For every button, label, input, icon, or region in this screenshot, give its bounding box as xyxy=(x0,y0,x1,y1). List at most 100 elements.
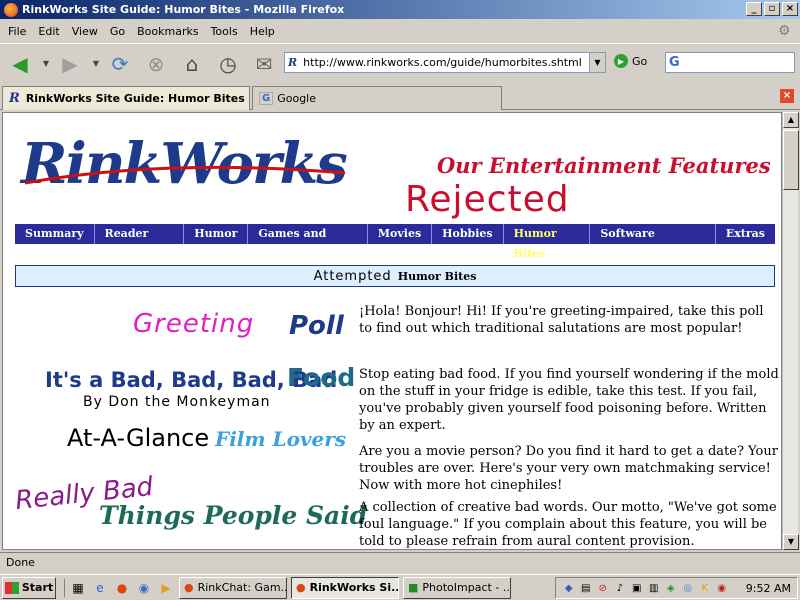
firefox-quicklaunch-icon[interactable]: ● xyxy=(113,579,131,597)
bad-food-title-b[interactable]: Food xyxy=(287,363,355,392)
logo-strikethrough xyxy=(24,165,346,185)
bad-food-byline: By Don the Monkeyman xyxy=(83,394,271,410)
vertical-scrollbar[interactable]: ▲ ▼ xyxy=(782,112,799,550)
back-button[interactable]: ◀ xyxy=(4,48,36,80)
tray-kodak-icon[interactable]: K xyxy=(698,581,712,595)
menu-help[interactable]: Help xyxy=(244,25,281,38)
thunderbird-icon[interactable]: ◉ xyxy=(135,579,153,597)
tray-network-icon[interactable]: ▤ xyxy=(579,581,593,595)
tray-monitor-icon[interactable]: ▣ xyxy=(630,581,644,595)
media-player-icon[interactable]: ▶ xyxy=(157,579,175,597)
stop-button[interactable]: ⊗ xyxy=(140,48,172,80)
start-label: Start xyxy=(21,581,54,594)
tray-update-icon[interactable]: ◎ xyxy=(681,581,695,595)
quick-launch: ▦ e ● ◉ ▶ xyxy=(64,578,175,597)
start-button[interactable]: Start xyxy=(2,576,56,599)
url-dropdown-button[interactable]: ▼ xyxy=(589,53,605,72)
tray-antivirus-icon[interactable]: ◉ xyxy=(715,581,729,595)
system-clock[interactable]: 9:52 AM xyxy=(746,582,791,595)
nav-humor-bites[interactable]: Humor Bites xyxy=(504,224,591,260)
firefox-icon xyxy=(4,2,18,17)
film-lovers-description: Are you a movie person? Do you find it h… xyxy=(359,444,778,493)
menu-edit[interactable]: Edit xyxy=(32,25,65,38)
bad-food-description: Stop eating bad food. If you find yourse… xyxy=(359,367,779,433)
tray-printer-icon[interactable]: ▥ xyxy=(647,581,661,595)
nav-extras[interactable]: Extras xyxy=(716,224,775,244)
window-titlebar: RinkWorks Site Guide: Humor Bites - Mozi… xyxy=(0,0,800,19)
film-lovers-title-b[interactable]: Film Lovers xyxy=(215,427,346,451)
url-bar[interactable]: R http://www.rinkworks.com/guide/humorbi… xyxy=(284,52,606,73)
forward-button[interactable]: ▶ xyxy=(54,48,86,80)
nav-software-downloads[interactable]: Software Downloads xyxy=(590,224,716,260)
mail-button[interactable]: ✉ xyxy=(248,48,280,80)
navigation-toolbar: ◀ ▼ ▶ ▼ ⟳ ⊗ ⌂ ◷ ✉ R http://www.rinkworks… xyxy=(0,43,800,83)
task-label: RinkWorks Si... xyxy=(309,581,399,594)
home-button[interactable]: ⌂ xyxy=(176,48,208,80)
stop-icon: ⊗ xyxy=(147,51,165,76)
site-favicon-icon: R xyxy=(288,56,298,69)
menu-bookmarks[interactable]: Bookmarks xyxy=(131,25,204,38)
tray-security-icon[interactable]: ⊘ xyxy=(596,581,610,595)
scroll-up-icon[interactable]: ▲ xyxy=(783,112,799,128)
nav-summary[interactable]: Summary xyxy=(15,224,95,244)
go-label: Go xyxy=(632,54,648,68)
throbber-icon: ⚙ xyxy=(778,23,791,39)
nav-humor[interactable]: Humor xyxy=(184,224,249,244)
menu-tools[interactable]: Tools xyxy=(205,25,244,38)
window-title: RinkWorks Site Guide: Humor Bites - Mozi… xyxy=(22,3,345,16)
tab-label: Google xyxy=(277,92,317,105)
scroll-down-icon[interactable]: ▼ xyxy=(783,534,799,550)
tray-volume-icon[interactable]: ♪ xyxy=(613,581,627,595)
task-rinkworks[interactable]: ● RinkWorks Si... xyxy=(291,576,399,599)
page-tagline: Our Entertainment Features xyxy=(437,153,771,178)
close-tab-icon[interactable]: × xyxy=(780,89,794,103)
greeting-poll-title-a[interactable]: Greeting xyxy=(133,309,254,339)
google-search-icon: G xyxy=(669,55,680,70)
nav-reader-areas[interactable]: Reader Areas xyxy=(95,224,185,260)
ie-icon[interactable]: e xyxy=(91,579,109,597)
reload-icon: ⟳ xyxy=(111,51,129,76)
film-lovers-title-a[interactable]: At-A-Glance xyxy=(67,424,209,452)
windows-logo-icon xyxy=(4,581,19,594)
back-history-dropdown[interactable]: ▼ xyxy=(40,48,52,80)
bad-things-description: A collection of creative bad words. Our … xyxy=(359,500,777,549)
task-photoimpact[interactable]: ■ PhotoImpact - ... xyxy=(403,576,511,599)
nav-movies[interactable]: Movies xyxy=(368,224,433,244)
desktop-icon[interactable]: ▦ xyxy=(69,579,87,597)
nav-games-puzzles[interactable]: Games and Puzzles xyxy=(248,224,368,260)
search-input[interactable]: G xyxy=(665,52,795,73)
menu-file[interactable]: File xyxy=(2,25,32,38)
tab-google[interactable]: G Google xyxy=(252,86,502,110)
tray-shield-icon[interactable]: ◈ xyxy=(664,581,678,595)
tab-bar: R RinkWorks Site Guide: Humor Bites G Go… xyxy=(0,84,800,110)
greeting-poll-title-b[interactable]: Poll xyxy=(289,311,344,341)
rejected-scribble: Rejected xyxy=(405,179,570,220)
status-bar: Done xyxy=(0,552,800,572)
section-title: Humor Bites xyxy=(397,269,477,283)
menu-view[interactable]: View xyxy=(66,25,104,38)
task-label: PhotoImpact - ... xyxy=(422,581,511,594)
tab-rinkworks[interactable]: R RinkWorks Site Guide: Humor Bites xyxy=(2,86,250,110)
greeting-poll-description: ¡Hola! Bonjour! Hi! If you're greeting-i… xyxy=(359,304,764,336)
history-button[interactable]: ◷ xyxy=(212,48,244,80)
bad-things-title-b[interactable]: Things People Said xyxy=(99,501,367,530)
close-button[interactable]: × xyxy=(782,2,798,16)
scroll-thumb[interactable] xyxy=(783,130,799,190)
forward-arrow-icon: ▶ xyxy=(62,51,78,76)
reload-button[interactable]: ⟳ xyxy=(104,48,136,80)
nav-hobbies[interactable]: Hobbies xyxy=(432,224,504,244)
maximize-button[interactable]: ▫ xyxy=(764,2,780,16)
section-header: Attempted Humor Bites xyxy=(15,265,775,287)
window-controls: _ ▫ × xyxy=(746,2,798,16)
go-button[interactable]: ▶ Go xyxy=(614,54,647,68)
google-favicon-icon: G xyxy=(259,92,274,105)
forward-history-dropdown[interactable]: ▼ xyxy=(90,48,102,80)
menu-go[interactable]: Go xyxy=(104,25,131,38)
minimize-button[interactable]: _ xyxy=(746,2,762,16)
task-rinkchat[interactable]: ● RinkChat: Gam... xyxy=(179,576,287,599)
page-content: RinkWorks Our Entertainment Features Rej… xyxy=(2,112,782,550)
system-tray: ◆ ▤ ⊘ ♪ ▣ ▥ ◈ ◎ K ◉ 9:52 AM xyxy=(554,577,798,599)
status-text: Done xyxy=(6,556,35,569)
tray-app-icon[interactable]: ◆ xyxy=(562,581,576,595)
home-icon: ⌂ xyxy=(185,51,199,76)
